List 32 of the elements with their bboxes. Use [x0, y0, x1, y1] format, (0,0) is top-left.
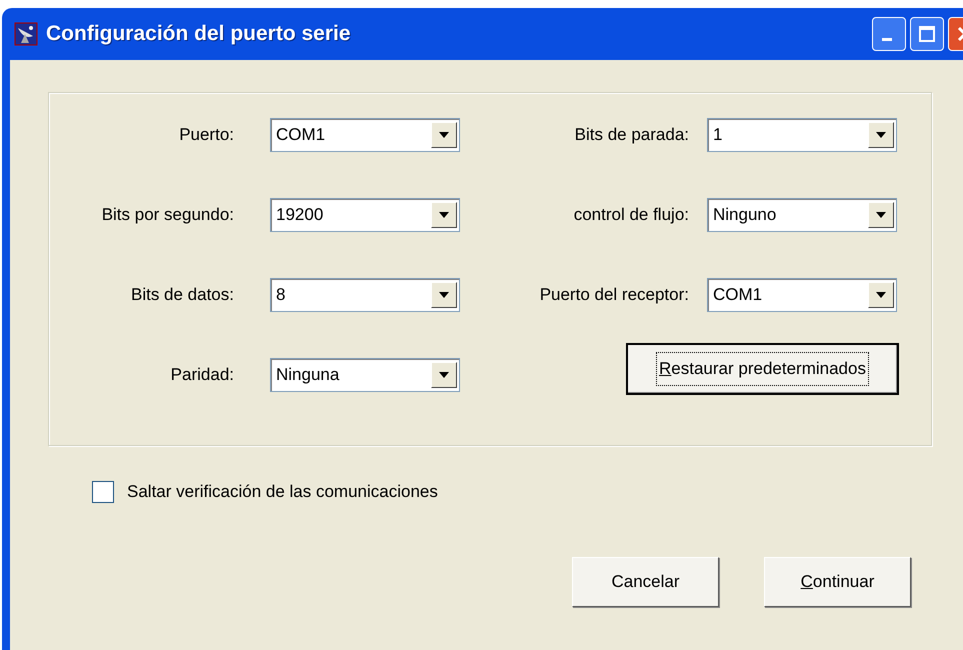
caret-icon	[875, 211, 887, 219]
dialog-button[interactable]: Cancelar	[572, 556, 719, 606]
dropdown[interactable]: 8	[270, 278, 460, 312]
field-label: Puerto del receptor:	[538, 284, 689, 306]
field-label: control de flujo:	[572, 204, 689, 226]
maximize-button[interactable]	[910, 17, 944, 51]
dropdown[interactable]: Ninguna	[270, 358, 460, 392]
dropdown[interactable]: COM1	[270, 118, 460, 152]
caret-icon	[438, 291, 450, 299]
field-label: Paridad:	[170, 364, 234, 386]
caret-icon	[875, 131, 887, 139]
minimize-icon	[882, 38, 892, 40]
field-label: Bits por segundo:	[100, 204, 234, 226]
dropdown[interactable]: COM1	[707, 278, 897, 312]
minimize-button[interactable]	[872, 17, 906, 51]
satellite-dish-icon	[14, 22, 38, 46]
restore-defaults-button[interactable]: Restaurar predeterminados	[626, 343, 899, 395]
caret-icon	[875, 291, 887, 299]
caret-icon	[438, 131, 450, 139]
dropdown[interactable]: 19200	[270, 198, 460, 232]
maximize-icon	[918, 25, 936, 43]
window-title: Configuración del puerto serie	[46, 21, 351, 48]
caret-icon	[438, 371, 450, 379]
field-label: Bits de parada:	[574, 124, 689, 146]
field-label: Puerto:	[178, 124, 234, 146]
checkbox-label: Saltar verificación de las comunicaciones	[127, 481, 438, 503]
field-label: Bits de datos:	[130, 284, 234, 306]
dropdown[interactable]: 1	[707, 118, 897, 152]
caret-icon	[438, 211, 450, 219]
dropdown[interactable]: Ninguno	[707, 198, 897, 232]
checkbox[interactable]	[92, 480, 114, 503]
dialog-button[interactable]: Continuar	[764, 556, 911, 606]
